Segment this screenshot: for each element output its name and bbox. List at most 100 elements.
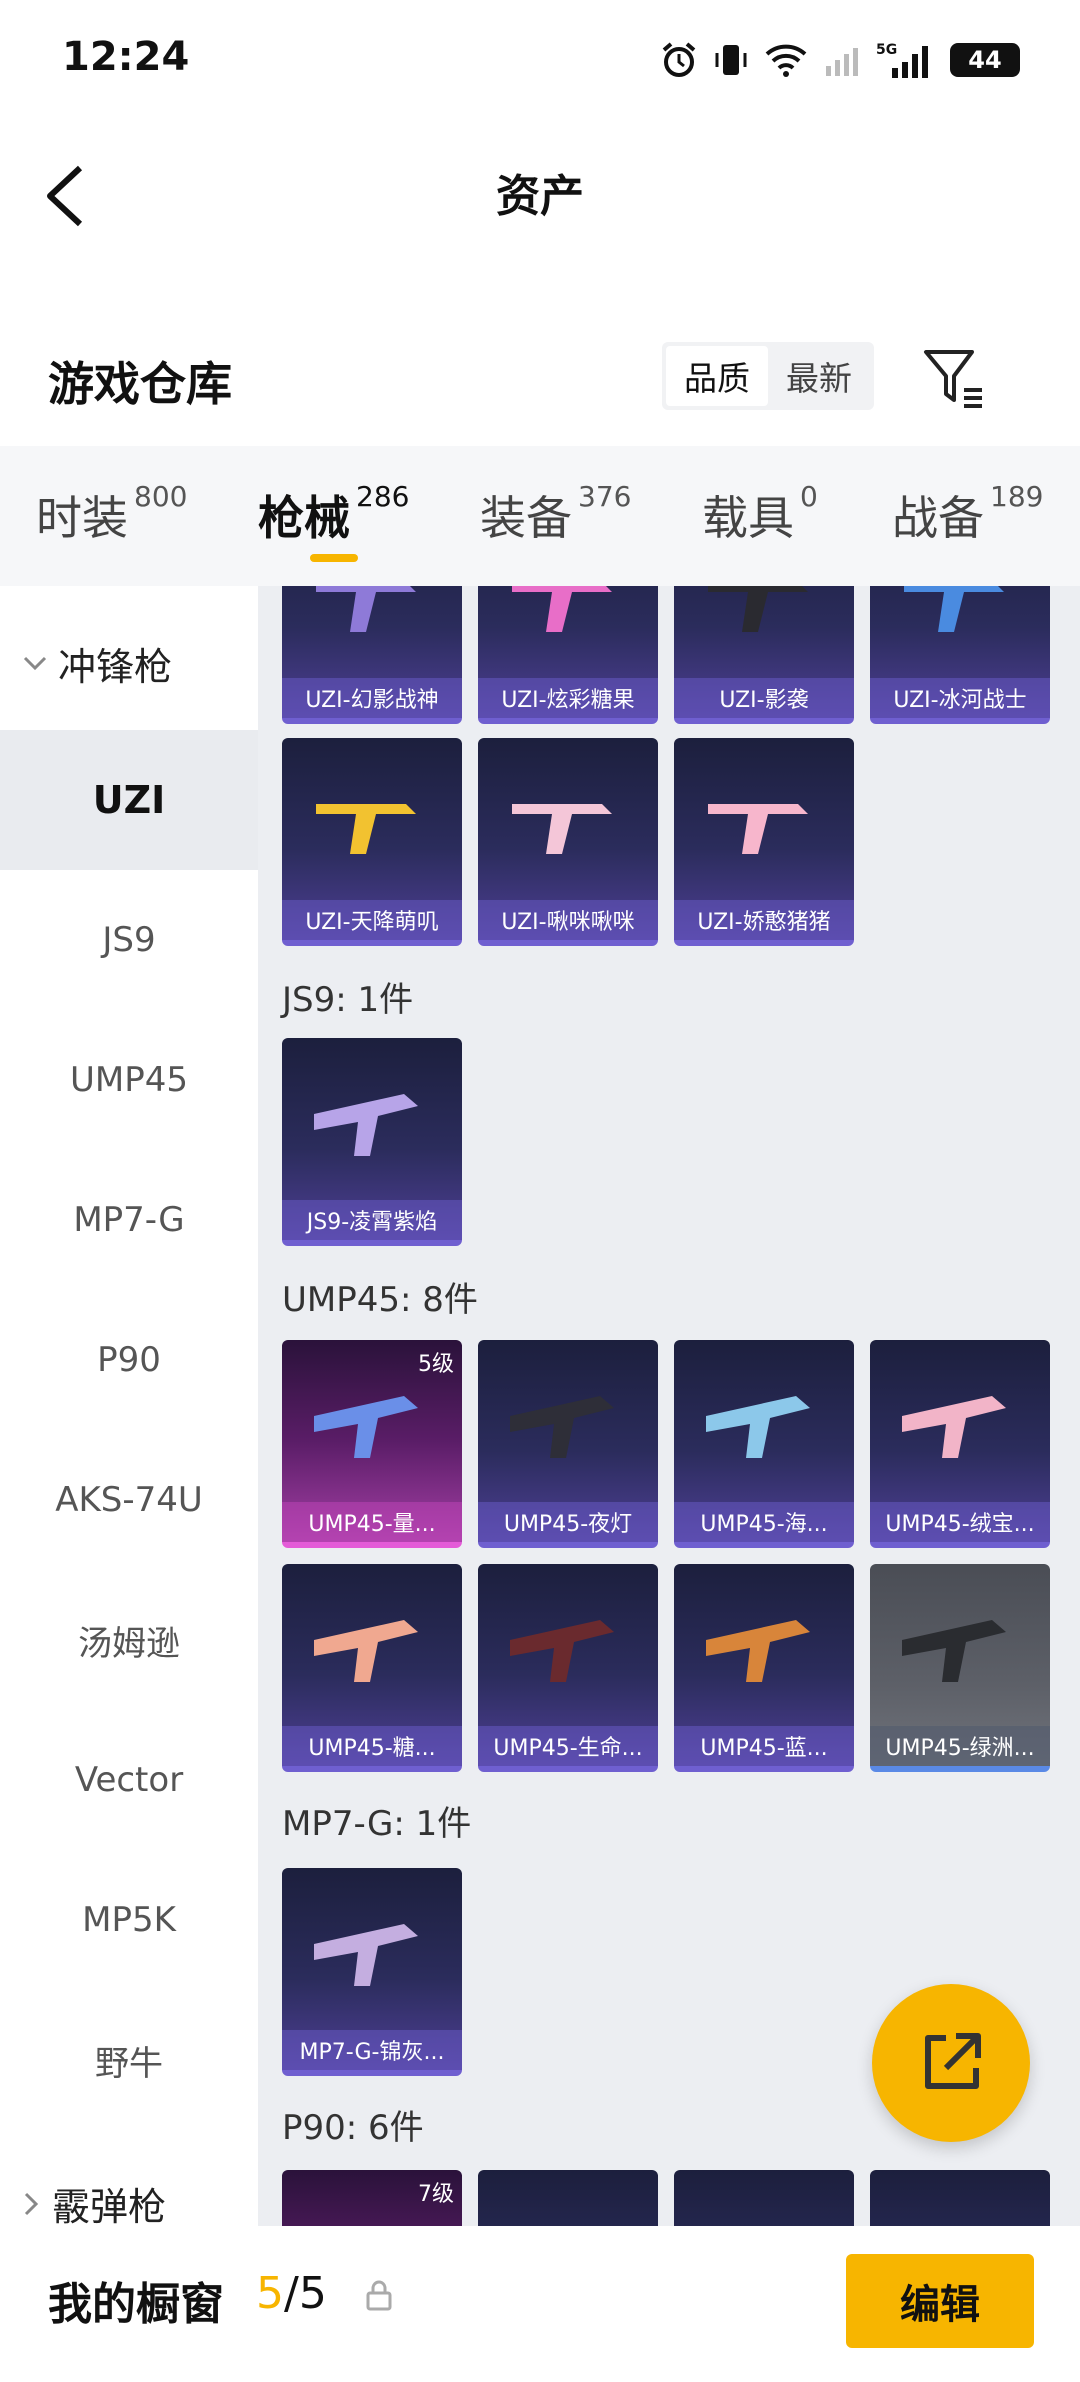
sort-toggle: 品质 最新 (662, 342, 874, 410)
item-card[interactable]: UMP45-绿洲... (870, 1564, 1050, 1772)
item-card[interactable]: UMP45-蓝... (674, 1564, 854, 1772)
external-link-icon (925, 2033, 981, 2089)
sidebar-item-ump45[interactable]: UMP45 (0, 1010, 258, 1150)
signal-icon-1 (822, 40, 862, 80)
weapon-sidebar: 冲锋枪 UZI JS9 UMP45 MP7-G P90 AKS-74U 汤姆逊 … (0, 586, 258, 2226)
group-shotgun[interactable]: 霰弹枪 (22, 2176, 166, 2226)
group-label-p90: P90: 6件 (282, 2108, 424, 2148)
section-title: 游戏仓库 (48, 357, 232, 411)
gun-icon (316, 586, 416, 632)
svg-text:5G: 5G (876, 42, 897, 58)
item-card[interactable]: UZI-炫彩糖果 (478, 586, 658, 724)
item-card[interactable] (478, 2170, 658, 2226)
item-card[interactable]: UMP45-绒宝... (870, 1340, 1050, 1548)
edit-button[interactable]: 编辑 (846, 2254, 1034, 2348)
wifi-icon (764, 40, 808, 80)
sidebar-item-mp5k[interactable]: MP5K (0, 1850, 258, 1990)
item-name: UMP45-绒宝... (870, 1502, 1050, 1542)
tab-vehicles[interactable]: 载具 0 (702, 480, 818, 548)
sidebar-item-thompson[interactable]: 汤姆逊 (0, 1570, 258, 1710)
sidebar-item-aks74u[interactable]: AKS-74U (0, 1430, 258, 1570)
item-card[interactable] (674, 2170, 854, 2226)
item-card[interactable]: UMP45-生命... (478, 1564, 658, 1772)
item-name: UMP45-蓝... (674, 1726, 854, 1766)
gun-icon (510, 1620, 614, 1682)
sidebar-item-vector[interactable]: Vector (0, 1710, 258, 1850)
showcase-count: 5/5 (256, 2268, 327, 2319)
tab-equipment[interactable]: 装备 376 (480, 480, 631, 548)
group-label-ump45: UMP45: 8件 (282, 1280, 478, 1320)
item-card[interactable]: JS9-凌霄紫焰 (282, 1038, 462, 1246)
item-card[interactable]: UZI-影袭 (674, 586, 854, 724)
gun-icon (706, 1396, 810, 1458)
sidebar-item-uzi[interactable]: UZI (0, 730, 258, 870)
chevron-right-icon (24, 2192, 39, 2215)
filter-button[interactable] (920, 342, 990, 412)
share-fab[interactable] (872, 1984, 1030, 2142)
item-card[interactable]: UMP45-夜灯 (478, 1340, 658, 1548)
item-name: UZI-影袭 (674, 678, 854, 718)
item-name: UZI-炫彩糖果 (478, 678, 658, 718)
item-name: JS9-凌霄紫焰 (282, 1200, 462, 1240)
item-card[interactable]: UMP45-糖... (282, 1564, 462, 1772)
item-name: UZI-娇憨猪猪 (674, 900, 854, 940)
filter-icon (924, 350, 982, 408)
item-card[interactable]: UZI-冰河战士 (870, 586, 1050, 724)
sidebar-item-bison[interactable]: 野牛 (0, 1990, 258, 2130)
item-name: UMP45-海... (674, 1502, 854, 1542)
item-card[interactable]: UMP45-海... (674, 1340, 854, 1548)
active-tab-indicator (310, 554, 358, 562)
sidebar-item-p90[interactable]: P90 (0, 1290, 258, 1430)
sort-quality-button[interactable]: 品质 (666, 346, 768, 406)
page-title: 资产 (496, 171, 584, 222)
item-card[interactable] (870, 2170, 1050, 2226)
item-card[interactable]: MP7-G-锦灰... (282, 1868, 462, 2076)
clock: 12:24 (62, 34, 190, 80)
category-tabs: 时装 800 枪械 286 装备 376 载具 0 战备 189 (0, 446, 1080, 586)
signal-5g-icon: 5G (876, 40, 936, 80)
sidebar-item-js9[interactable]: JS9 (0, 870, 258, 1010)
gun-icon (708, 586, 808, 632)
item-name: UZI-啾咪啾咪 (478, 900, 658, 940)
sort-latest-button[interactable]: 最新 (768, 346, 870, 406)
group-label-js9: JS9: 1件 (282, 980, 414, 1020)
group-label-mp7g: MP7-G: 1件 (282, 1804, 472, 1844)
gun-icon (902, 1396, 1006, 1458)
lock-icon (362, 2278, 396, 2312)
item-card[interactable]: UZI-啾咪啾咪 (478, 738, 658, 946)
tab-guns[interactable]: 枪械 286 (258, 480, 409, 548)
gun-icon (706, 1620, 810, 1682)
battery-icon: 44 (950, 43, 1020, 77)
item-name: MP7-G-锦灰... (282, 2030, 462, 2070)
gun-icon (510, 1396, 614, 1458)
gun-icon (314, 1094, 418, 1156)
status-icons: 5G 44 (660, 40, 1020, 80)
tab-supplies[interactable]: 战备 189 (892, 480, 1043, 548)
item-name: UZI-幻影战神 (282, 678, 462, 718)
item-card[interactable]: UZI-幻影战神 (282, 586, 462, 724)
item-level-badge: 7级 (418, 2182, 454, 2207)
showcase-bar: 我的橱窗 5/5 编辑 (0, 2226, 1080, 2382)
group-smg[interactable]: 冲锋枪 (22, 636, 172, 691)
gun-icon (512, 804, 612, 854)
item-name: UMP45-糖... (282, 1726, 462, 1766)
group-smg-label: 冲锋枪 (58, 645, 173, 689)
chevron-down-icon (23, 656, 47, 670)
vibrate-icon (712, 40, 750, 80)
item-card[interactable]: 5级 UMP45-量... (282, 1340, 462, 1548)
tab-fashion[interactable]: 时装 800 (36, 480, 187, 548)
item-card[interactable]: UZI-娇憨猪猪 (674, 738, 854, 946)
item-name: UMP45-夜灯 (478, 1502, 658, 1542)
sidebar-item-mp7g[interactable]: MP7-G (0, 1150, 258, 1290)
group-shotgun-label: 霰弹枪 (52, 2185, 167, 2226)
item-name: UMP45-量... (282, 1502, 462, 1542)
nav-bar: 资产 (0, 120, 1080, 260)
gun-icon (512, 586, 612, 632)
item-grid: UZI-幻影战神 UZI-炫彩糖果 UZI-影袭 UZI-冰河战士 UZI-天降… (258, 586, 1080, 2226)
item-card[interactable]: UZI-天降萌叽 (282, 738, 462, 946)
gun-icon (708, 804, 808, 854)
showcase-title: 我的橱窗 (48, 2279, 224, 2330)
item-name: UZI-天降萌叽 (282, 900, 462, 940)
gun-icon (902, 1620, 1006, 1682)
item-card[interactable]: 7级 (282, 2170, 462, 2226)
